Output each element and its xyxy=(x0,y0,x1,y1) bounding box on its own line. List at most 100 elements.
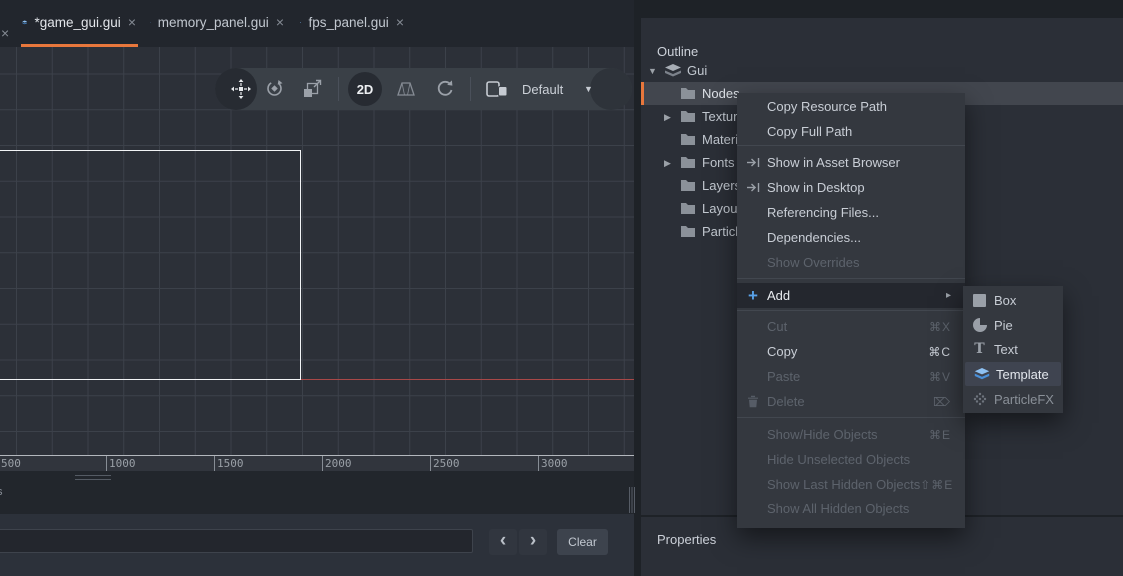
tab-fps-panel[interactable]: fps_panel.gui × xyxy=(296,0,408,44)
gui-bounds-rectangle xyxy=(0,150,301,380)
menu-item-show-all-hidden-objects: Show All Hidden Objects xyxy=(737,496,965,521)
menu-item-dependencies[interactable]: Dependencies... xyxy=(737,225,965,250)
folder-icon xyxy=(680,179,696,192)
rotate-tool-icon[interactable] xyxy=(265,79,284,98)
menu-item-show-hide-objects: Show/Hide Objects⌘E xyxy=(737,422,965,447)
horizontal-splitter-handle[interactable] xyxy=(75,475,111,480)
toolbar-divider xyxy=(338,77,339,101)
folder-icon xyxy=(680,133,696,146)
ruler-label: 1000 xyxy=(109,457,136,470)
folder-icon xyxy=(680,202,696,215)
folder-icon xyxy=(680,156,696,169)
close-icon[interactable]: × xyxy=(276,15,284,29)
clear-button-label: Clear xyxy=(568,535,597,549)
template-icon xyxy=(973,368,990,380)
reset-camera-icon[interactable] xyxy=(436,79,454,97)
gui-scene-icon xyxy=(664,64,682,78)
vertical-splitter-handle[interactable] xyxy=(629,487,636,513)
horizontal-ruler: 500 1000 1500 2000 2500 3000 xyxy=(0,455,634,471)
show-in-icon xyxy=(744,157,762,168)
chevron-down-icon[interactable]: ▼ xyxy=(648,66,657,76)
outline-row-gui[interactable]: ▼ Gui xyxy=(641,59,1123,82)
context-menu: Copy Resource Path Copy Full Path Show i… xyxy=(737,93,965,528)
ruler-label: 3000 xyxy=(541,457,568,470)
outline-row-label: Fonts xyxy=(702,155,735,170)
lower-strip: s xyxy=(0,471,634,514)
layout-select[interactable]: Default xyxy=(522,68,563,110)
properties-panel-title: Properties xyxy=(657,532,716,547)
outline-panel-title: Outline xyxy=(657,44,698,59)
ruler-label: 500 xyxy=(1,457,21,470)
submenu-item-particlefx[interactable]: ParticleFX xyxy=(963,387,1063,411)
ruler-tick xyxy=(214,456,215,472)
clear-button[interactable]: Clear xyxy=(557,529,608,555)
menu-separator xyxy=(737,310,965,311)
toolbar-divider xyxy=(470,77,471,101)
submenu-item-box[interactable]: Box xyxy=(963,288,1063,312)
editor-left-pane: × *game_gui.gui × memory_panel.gui × fps… xyxy=(0,0,634,576)
menu-item-paste: Paste⌘V xyxy=(737,364,965,389)
submenu-item-text[interactable]: T Text xyxy=(963,337,1063,361)
show-in-icon xyxy=(744,182,762,193)
menu-item-copy-resource-path[interactable]: Copy Resource Path xyxy=(737,94,965,119)
text-icon: T xyxy=(971,342,988,356)
close-icon[interactable]: × xyxy=(128,15,136,29)
chevron-right-icon[interactable]: ▶ xyxy=(664,112,671,123)
ruler-tick xyxy=(538,456,539,472)
ruler-tick xyxy=(322,456,323,472)
menu-separator xyxy=(737,145,965,146)
prev-button[interactable]: ‹ xyxy=(489,529,517,555)
menu-item-copy[interactable]: Copy⌘C xyxy=(737,339,965,364)
ruler-tick xyxy=(430,456,431,472)
close-icon[interactable]: × xyxy=(396,15,404,29)
menu-item-cut: Cut⌘X xyxy=(737,314,965,339)
menu-item-referencing-files[interactable]: Referencing Files... xyxy=(737,200,965,225)
editor-window: × *game_gui.gui × memory_panel.gui × fps… xyxy=(0,0,1123,576)
ruler-label: 2000 xyxy=(325,457,352,470)
tab-label: *game_gui.gui xyxy=(34,15,120,30)
menu-item-hide-unselected-objects: Hide Unselected Objects xyxy=(737,447,965,472)
gui-file-icon xyxy=(22,15,27,30)
frustum-culling-icon[interactable] xyxy=(396,81,416,97)
submenu-arrow-icon: ▸ xyxy=(946,290,951,301)
2d-mode-button[interactable]: 2D xyxy=(348,72,382,106)
outline-row-label: Gui xyxy=(687,63,707,78)
menu-separator xyxy=(737,278,965,279)
folder-icon xyxy=(680,87,696,100)
close-icon[interactable]: × xyxy=(1,26,9,40)
chevron-down-icon[interactable]: ▼ xyxy=(584,68,593,110)
tab-game-gui[interactable]: *game_gui.gui × xyxy=(18,0,140,44)
console-bar: ‹ › Clear xyxy=(0,514,634,576)
tab-label: memory_panel.gui xyxy=(158,15,269,30)
menu-item-show-overrides: Show Overrides xyxy=(737,250,965,275)
tab-label: fps_panel.gui xyxy=(308,15,388,30)
tab-memory-panel[interactable]: memory_panel.gui × xyxy=(146,0,288,44)
layout-select-value: Default xyxy=(522,82,563,97)
x-axis-line xyxy=(301,379,634,381)
toolbar-right-cap xyxy=(590,68,632,110)
ruler-label: 1500 xyxy=(217,457,244,470)
device-layout-icon[interactable] xyxy=(486,81,508,97)
search-input[interactable] xyxy=(0,529,473,553)
submenu-item-template[interactable]: Template xyxy=(965,362,1061,386)
menu-item-delete: Delete⌦ xyxy=(737,389,965,414)
move-tool-icon[interactable] xyxy=(231,79,251,99)
gui-file-icon xyxy=(150,15,151,30)
particlefx-icon xyxy=(971,392,988,406)
folder-icon xyxy=(680,225,696,238)
next-button[interactable]: › xyxy=(519,529,547,555)
ruler-tick xyxy=(106,456,107,472)
scene-viewport[interactable]: 2D Default ▼ xyxy=(0,47,634,455)
scale-tool-icon[interactable] xyxy=(303,79,322,98)
menu-item-add[interactable]: + Add ▸ xyxy=(737,283,965,308)
outline-row-label: Nodes xyxy=(702,86,740,101)
menu-item-copy-full-path[interactable]: Copy Full Path xyxy=(737,119,965,144)
outline-row-label: Layers xyxy=(702,178,741,193)
plus-icon: + xyxy=(744,287,762,304)
menu-item-show-in-asset-browser[interactable]: Show in Asset Browser xyxy=(737,150,965,175)
submenu-item-pie[interactable]: Pie xyxy=(963,313,1063,337)
tab-bar: × *game_gui.gui × memory_panel.gui × fps… xyxy=(0,0,634,47)
chevron-right-icon[interactable]: ▶ xyxy=(664,158,671,169)
2d-mode-label: 2D xyxy=(357,82,374,97)
menu-item-show-in-desktop[interactable]: Show in Desktop xyxy=(737,175,965,200)
